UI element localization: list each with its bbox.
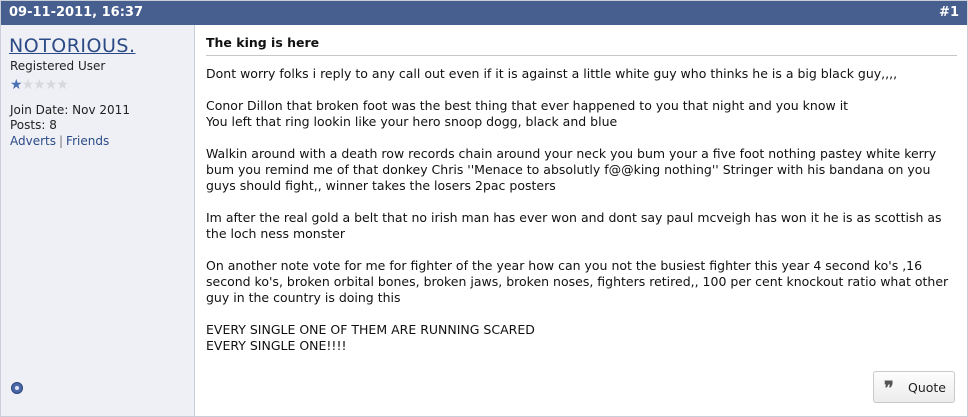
post-paragraph: Conor Dillon that broken foot was the be… <box>206 98 849 129</box>
offline-icon <box>11 382 23 394</box>
post-number-link[interactable]: #1 <box>939 5 959 20</box>
adverts-link[interactable]: Adverts <box>10 134 56 148</box>
user-info: Join Date: Nov 2011 Posts: 8 <box>10 103 130 133</box>
post-title: The king is here <box>206 35 320 50</box>
post-content: The king is here Dont worry folks i repl… <box>195 25 967 416</box>
link-separator: | <box>59 134 64 148</box>
user-title: Registered User <box>10 59 106 73</box>
quote-button[interactable]: ❞ Quote <box>873 371 955 403</box>
quote-label: Quote <box>908 380 947 395</box>
post-paragraph: On another note vote for me for fighter … <box>206 258 949 305</box>
user-sidebar: NOTORIOUS. Registered User ★★★★★ Join Da… <box>1 25 195 416</box>
user-links: Adverts | Friends <box>10 134 109 148</box>
post-paragraph: Im after the real gold a belt that no ir… <box>206 210 942 241</box>
post-count: Posts: 8 <box>10 118 57 132</box>
post-date: 09-11-2011, 16:37 <box>9 5 143 20</box>
post-paragraph: Dont worry folks i reply to any call out… <box>206 66 898 81</box>
friends-link[interactable]: Friends <box>66 134 109 148</box>
post-body: Dont worry folks i reply to any call out… <box>206 66 958 370</box>
forum-post: 09-11-2011, 16:37 #1 NOTORIOUS. Register… <box>0 0 968 417</box>
quote-icon: ❞ <box>884 378 894 399</box>
join-date: Join Date: Nov 2011 <box>10 103 130 117</box>
title-divider <box>206 55 957 56</box>
post-paragraph: Walkin around with a death row records c… <box>206 146 937 193</box>
star-empty-icon: ★ <box>56 77 69 93</box>
post-paragraph: EVERY SINGLE ONE OF THEM ARE RUNNING SCA… <box>206 322 535 353</box>
username-link[interactable]: NOTORIOUS. <box>9 35 136 57</box>
reputation-stars: ★★★★★ <box>10 74 69 93</box>
post-header: 09-11-2011, 16:37 #1 <box>1 1 967 25</box>
